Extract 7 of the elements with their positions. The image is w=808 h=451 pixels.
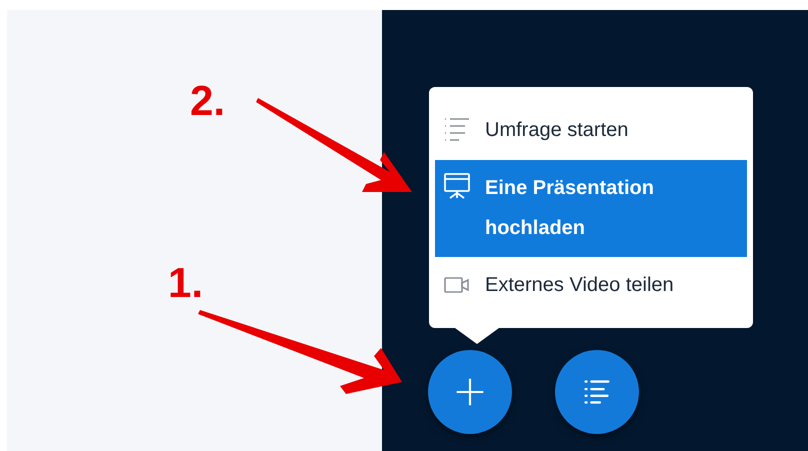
step-number: 1. [168,262,204,304]
menu-item[interactable]: Umfrage starten [435,100,747,160]
list-icon [443,116,471,144]
step-number: 2. [190,80,226,122]
projector-screen-icon [443,172,471,200]
menu-item[interactable]: Externes Video teilen [435,257,747,313]
menu-item[interactable]: Eine Präsentation hochladen [435,160,747,257]
